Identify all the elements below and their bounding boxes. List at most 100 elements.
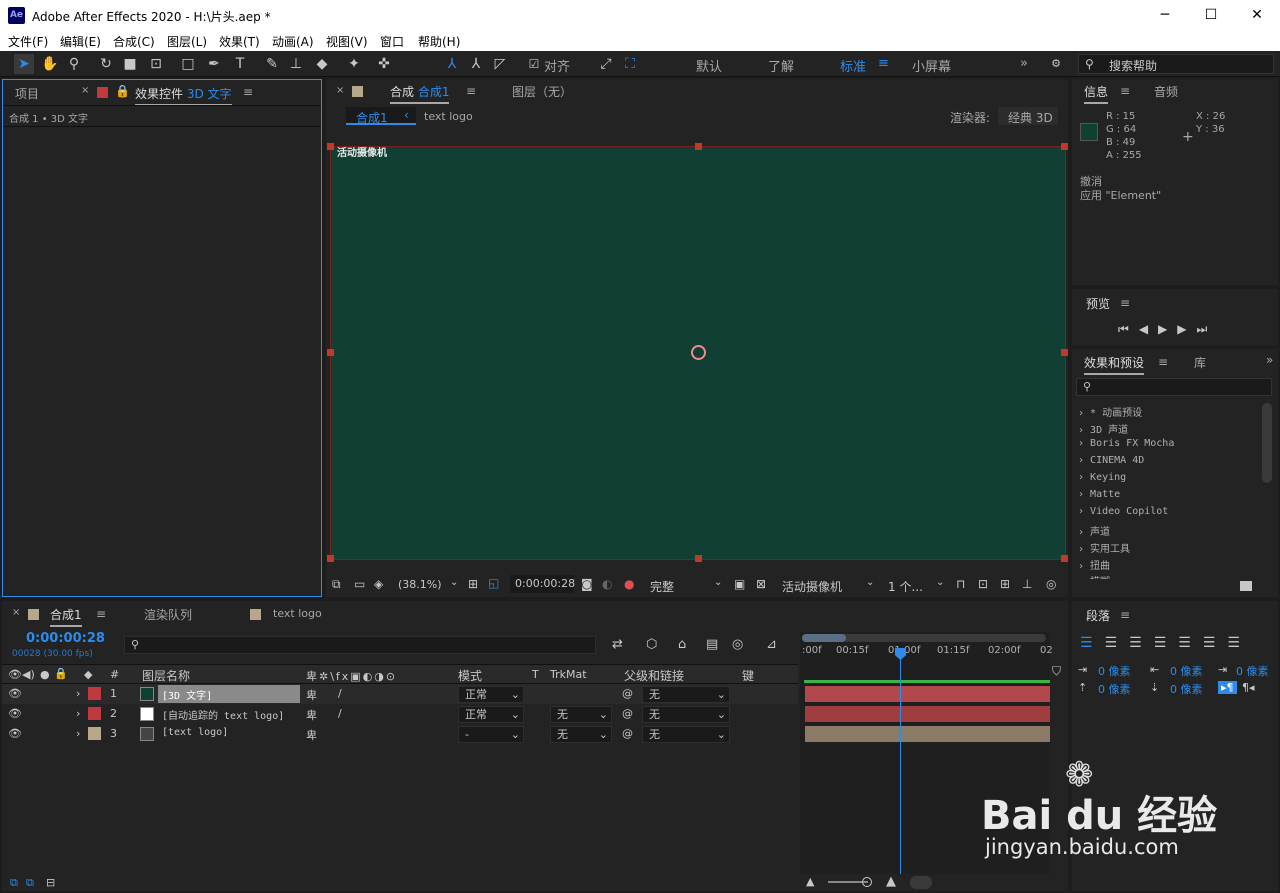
close-button[interactable]: ✕ [1234, 0, 1280, 31]
tab-project[interactable]: 项目 [15, 85, 39, 102]
zoom-dropdown[interactable]: (38.1%) [398, 578, 442, 591]
lock-icon[interactable]: 🔒 [115, 84, 130, 98]
minimize-button[interactable]: ─ [1142, 0, 1188, 31]
panel-menu-icon[interactable]: ≡ [96, 607, 106, 621]
panel-menu-icon[interactable]: ≡ [243, 85, 253, 99]
zoom-slider-thumb[interactable] [862, 877, 872, 887]
menu-layer[interactable]: 图层(L) [167, 33, 207, 50]
panel-menu-icon[interactable]: ≡ [466, 84, 476, 98]
panel-menu-icon[interactable]: ≡ [1120, 84, 1130, 98]
timeline-scrollbar[interactable] [910, 876, 932, 889]
align-left-icon[interactable]: ☰ [1080, 635, 1105, 651]
tab-layer[interactable]: 图层（无） [512, 83, 572, 100]
menu-animation[interactable]: 动画(A) [272, 33, 314, 50]
tab-render-queue[interactable]: 渲染队列 [144, 606, 192, 623]
snap-checkbox[interactable]: ☑ [524, 54, 544, 74]
justify-all-icon[interactable]: ☰ [1227, 635, 1252, 651]
menu-window[interactable]: 窗口 [380, 33, 404, 50]
effects-search-input[interactable]: ⚲ [1076, 378, 1272, 396]
quality-switch-icon[interactable]: / [338, 687, 342, 700]
close-tab-icon[interactable]: × [336, 85, 344, 96]
collapse-switch-icon[interactable]: 卑 [306, 687, 317, 703]
pick-whip-icon[interactable]: @ [622, 687, 633, 700]
space-before-value[interactable]: 0 像素 [1098, 681, 1131, 697]
comp-marker-bin-icon[interactable]: ⛉ [1052, 664, 1066, 678]
workspace-learn[interactable]: 了解 [768, 56, 794, 75]
scrollbar[interactable] [1262, 403, 1272, 483]
camera-view-dropdown[interactable]: 活动摄像机 [782, 578, 842, 595]
effect-category[interactable]: › 模糊 [1078, 573, 1110, 579]
layer-row[interactable]: 👁 › 1 [3D 文字] 卑 / 正常 ⌄ @ 无 ⌄ [2, 684, 798, 704]
first-frame-icon[interactable]: ⏮ [1118, 322, 1139, 336]
eye-icon[interactable]: 👁 [8, 707, 22, 720]
panel-menu-icon[interactable]: ≡ [1158, 355, 1168, 369]
sync-settings-icon[interactable]: ⚙ [1046, 54, 1066, 74]
work-area-bar[interactable] [804, 680, 1050, 683]
align-right-icon[interactable]: ☰ [1129, 635, 1154, 651]
layer-name[interactable]: [text logo] [162, 727, 228, 738]
workspace-default[interactable]: 默认 [696, 56, 722, 75]
menu-view[interactable]: 视图(V) [326, 33, 368, 50]
clone-stamp-tool-icon[interactable]: ⊥ [286, 54, 306, 74]
menu-help[interactable]: 帮助(H) [418, 33, 460, 50]
flow-active-comp[interactable]: 合成1 ‹ [346, 107, 416, 125]
bound-handle[interactable] [1061, 349, 1068, 356]
time-navigator[interactable] [802, 634, 1046, 642]
bound-handle[interactable] [1061, 143, 1068, 150]
current-time-field[interactable]: 0:00:00:28 [510, 575, 575, 593]
frame-blending-icon[interactable]: ▤ [706, 637, 718, 652]
prev-frame-icon[interactable]: ◀ [1139, 322, 1158, 336]
label-color[interactable] [88, 687, 101, 700]
comp-mini-flowchart-icon[interactable]: ⇄ [612, 637, 623, 652]
mask-icon[interactable]: ◈ [374, 577, 383, 591]
parent-dropdown[interactable]: 无 ⌄ [642, 686, 730, 703]
renderer-button[interactable]: 经典 3D [998, 107, 1058, 125]
pen-tool-icon[interactable]: ✒ [204, 54, 224, 74]
timeline-icon[interactable]: ⊞ [1000, 577, 1010, 591]
graph-editor-icon[interactable]: ⊿ [766, 637, 777, 652]
rotate-tool-icon[interactable]: ↻ [96, 54, 116, 74]
tab-composition[interactable]: 合成 合成1 [390, 83, 450, 104]
monitor-icon[interactable]: ▭ [354, 577, 365, 591]
layer-name-column[interactable]: 图层名称 [142, 667, 190, 684]
effect-category[interactable]: › Keying [1078, 472, 1126, 483]
target-region-icon[interactable]: ▣ [734, 577, 745, 591]
transparency-grid-icon[interactable]: ⊠ [756, 577, 766, 591]
rectangle-tool-icon[interactable]: □ [178, 54, 198, 74]
text-tool-icon[interactable]: T [230, 54, 250, 74]
tab-effect-controls[interactable]: 效果控件 3D 文字 [135, 85, 232, 106]
snap-edges-icon[interactable]: ⤢ [596, 54, 616, 74]
workspace-standard[interactable]: 标准 [840, 56, 866, 75]
layer-row[interactable]: 👁 › 2 [自动追踪的 text logo] 卑 / 正常 ⌄ 无 ⌄ @ 无 ⌄ [2, 704, 798, 724]
expand-chevron-icon[interactable]: › [76, 687, 80, 700]
layer-search-input[interactable]: ⚲ [124, 636, 596, 654]
rtl-direction-icon[interactable]: ¶◂ [1242, 681, 1255, 694]
tab-timeline-comp[interactable]: 合成1 [50, 606, 82, 627]
workspace-small-screen[interactable]: 小屏幕 [912, 56, 951, 75]
motion-blur-icon[interactable]: ◎ [732, 637, 743, 652]
draft-3d-icon[interactable]: ⬡ [646, 637, 657, 652]
bound-handle[interactable] [327, 349, 334, 356]
puppet-tool-icon[interactable]: ✜ [374, 54, 394, 74]
expand-chevron-icon[interactable]: › [76, 707, 80, 720]
tab-info[interactable]: 信息 [1084, 83, 1109, 104]
zoom-tool-icon[interactable]: ⚲ [64, 54, 84, 74]
show-snapshot-icon[interactable]: ◐ [602, 577, 612, 591]
selection-tool-icon[interactable]: ➤ [14, 54, 34, 74]
align-center-icon[interactable]: ☰ [1105, 635, 1130, 651]
label-color[interactable] [88, 727, 101, 740]
timeline-timecode[interactable]: 0:00:00:28 [26, 631, 105, 646]
views-dropdown[interactable]: 1 个... [888, 578, 923, 595]
bound-handle[interactable] [327, 143, 334, 150]
anchor-point-icon[interactable] [691, 345, 706, 360]
last-frame-icon[interactable]: ⏭ [1197, 322, 1218, 336]
layer-name[interactable]: [自动追踪的 text logo] [162, 707, 284, 722]
maximize-button[interactable]: ☐ [1188, 0, 1234, 31]
ltr-direction-icon[interactable]: ▸¶ [1218, 681, 1237, 694]
local-axis-icon[interactable]: ⅄ [442, 54, 462, 74]
layer-duration-bar[interactable] [805, 706, 1050, 722]
workspace-menu-icon[interactable]: ≡ [878, 56, 889, 71]
eraser-tool-icon[interactable]: ◆ [312, 54, 332, 74]
bound-handle[interactable] [695, 143, 702, 150]
help-search-input[interactable]: ⚲ 搜索帮助 [1078, 54, 1274, 74]
